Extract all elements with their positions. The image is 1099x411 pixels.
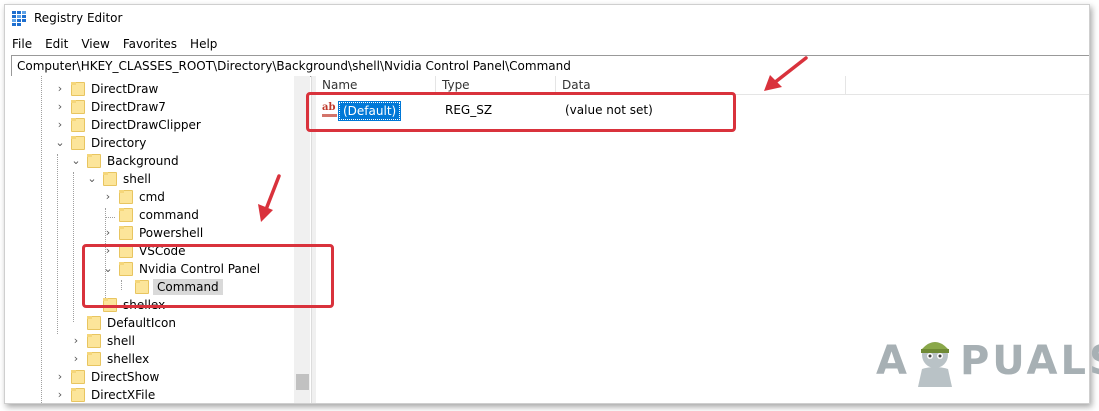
tree-guide-line <box>73 172 74 322</box>
key-tree-pane[interactable]: › DirectDraw › DirectDraw7 › DirectDrawC… <box>11 76 310 403</box>
window-title: Registry Editor <box>34 11 123 25</box>
scrollbar-thumb[interactable] <box>296 374 309 390</box>
chevron-right-icon[interactable]: › <box>103 191 113 202</box>
tree-item-label: shell <box>107 334 135 348</box>
chevron-down-icon[interactable]: ⌄ <box>87 173 97 184</box>
arrow-icon <box>764 56 808 91</box>
tree-item-directshow[interactable]: › DirectShow <box>55 368 159 386</box>
folder-icon <box>119 208 133 222</box>
tree-item-shell-2[interactable]: › shell <box>71 332 135 350</box>
tree-item-label: DefaultIcon <box>107 316 176 330</box>
tree-item-directdraw7[interactable]: › DirectDraw7 <box>55 98 166 116</box>
tree-item-label: Directory <box>91 136 147 150</box>
tree-item-directdrawclipper[interactable]: › DirectDrawClipper <box>55 116 201 134</box>
tree-item-directdraw[interactable]: › DirectDraw <box>55 80 158 98</box>
tree-item-cmd[interactable]: › cmd <box>103 188 165 206</box>
tree-guide-line <box>41 76 42 403</box>
chevron-right-icon[interactable]: › <box>55 119 65 130</box>
address-bar[interactable]: Computer\HKEY_CLASSES_ROOT\Directory\Bac… <box>11 55 1089 77</box>
chevron-right-icon[interactable]: › <box>71 353 81 364</box>
tree-item-label: DirectDrawClipper <box>91 118 201 132</box>
folder-icon <box>71 136 85 150</box>
tree-item-label: shell <box>123 172 151 186</box>
menu-help[interactable]: Help <box>183 34 223 54</box>
folder-icon <box>71 388 85 402</box>
menu-file[interactable]: File <box>5 34 38 54</box>
highlight-box-value <box>306 92 736 132</box>
watermark-text-left: A <box>876 338 910 384</box>
chevron-down-icon[interactable]: ⌄ <box>71 155 81 166</box>
chevron-right-icon[interactable]: › <box>103 227 113 238</box>
folder-icon <box>87 316 101 330</box>
tree-item-defaulticon[interactable]: DefaultIcon <box>87 314 176 332</box>
chevron-right-icon[interactable]: › <box>71 335 81 346</box>
menu-edit[interactable]: Edit <box>38 34 74 54</box>
tree-item-label: DirectDraw7 <box>91 100 166 114</box>
arrow-icon <box>258 174 281 222</box>
folder-icon <box>87 154 101 168</box>
appuals-watermark: A PUALS <box>876 335 1099 387</box>
tree-item-label: DirectXFile <box>91 388 156 402</box>
tree-item-powershell[interactable]: › Powershell <box>103 224 203 242</box>
tree-guide-line <box>57 154 58 334</box>
tree-item-shell[interactable]: ⌄ shell <box>87 170 151 188</box>
folder-icon <box>103 172 117 186</box>
folder-icon <box>119 190 133 204</box>
title-bar: Registry Editor <box>5 5 1089 31</box>
tree-item-label: DirectShow <box>91 370 160 384</box>
folder-icon <box>87 334 101 348</box>
chevron-right-icon[interactable]: › <box>55 371 65 382</box>
menu-favorites[interactable]: Favorites <box>116 34 183 54</box>
folder-icon <box>71 100 85 114</box>
tree-item-directxfile[interactable]: › DirectXFile <box>55 386 155 403</box>
folder-icon <box>71 118 85 132</box>
tree-item-label: DirectDraw <box>91 82 159 96</box>
mascot-logo-icon <box>917 342 952 387</box>
folder-icon <box>87 352 101 366</box>
folder-icon <box>119 226 133 240</box>
tree-item-label: cmd <box>139 190 165 204</box>
menu-bar: File Edit View Favorites Help <box>5 34 223 54</box>
chevron-right-icon[interactable]: › <box>55 83 65 94</box>
tree-item-shellex-2[interactable]: › shellex <box>71 350 149 368</box>
chevron-right-icon[interactable]: › <box>55 101 65 112</box>
tree-item-label: shellex <box>107 352 150 366</box>
tree-item-command[interactable]: command <box>119 206 199 224</box>
highlight-box-tree <box>82 244 334 308</box>
folder-icon <box>71 82 85 96</box>
tree-item-label: Background <box>107 154 179 168</box>
tree-item-background[interactable]: ⌄ Background <box>71 152 179 170</box>
tree-guide-line <box>105 217 115 218</box>
tree-item-label: command <box>139 208 199 222</box>
chevron-down-icon[interactable]: ⌄ <box>55 137 65 148</box>
tree-item-label: Powershell <box>139 226 204 240</box>
menu-view[interactable]: View <box>74 34 115 54</box>
folder-icon <box>71 370 85 384</box>
registry-editor-icon <box>12 11 28 26</box>
tree-item-directory[interactable]: ⌄ Directory <box>55 134 146 152</box>
chevron-right-icon[interactable]: › <box>55 389 65 400</box>
watermark-text-right: PUALS <box>959 338 1099 384</box>
